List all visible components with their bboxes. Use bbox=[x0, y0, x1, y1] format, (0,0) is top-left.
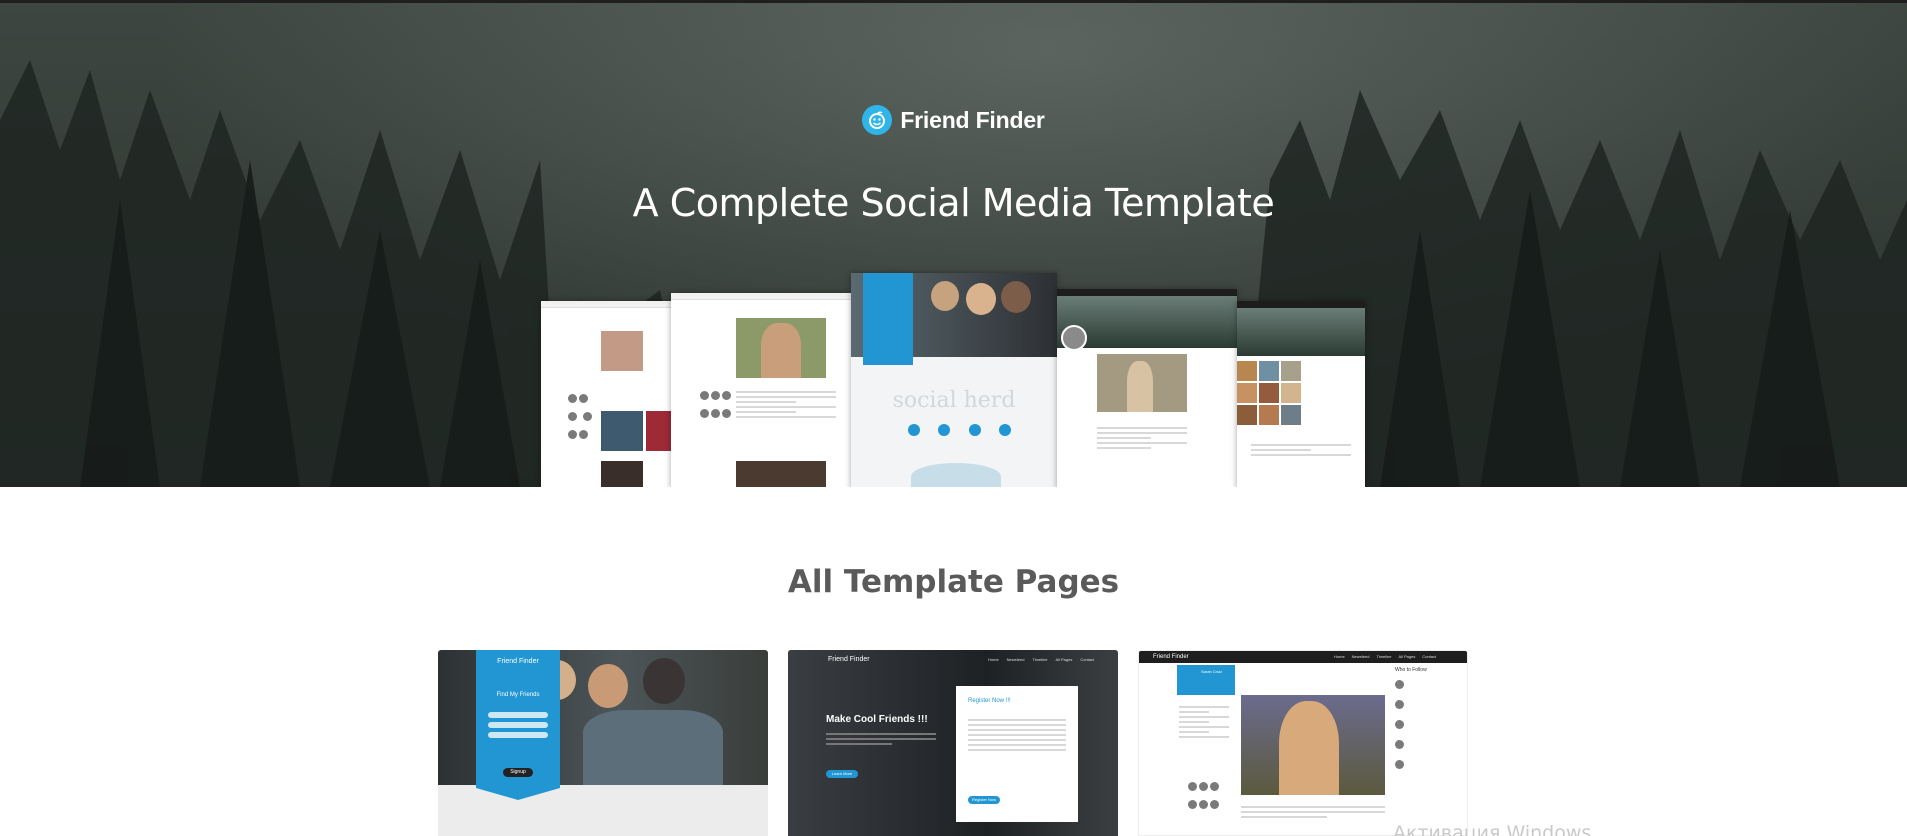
card2-nav-newsfeed[interactable]: Newsfeed bbox=[1007, 657, 1025, 662]
card2-heading: Make Cool Friends !!! bbox=[826, 714, 928, 725]
template-card-register[interactable]: Friend Finder Home Newsfeed Timeline All… bbox=[788, 650, 1118, 836]
card2-nav-allpages[interactable]: All Pages bbox=[1055, 657, 1072, 662]
collage-shot-4 bbox=[1057, 289, 1237, 487]
collage-shot-center: social herd bbox=[851, 273, 1057, 487]
register-form: Register Now !!! Register Now bbox=[956, 686, 1078, 822]
windows-activation-watermark: Активация Windows bbox=[1393, 822, 1592, 836]
brand[interactable]: Friend Finder bbox=[0, 105, 1907, 135]
card2-brand: Friend Finder bbox=[828, 656, 870, 663]
smiley-face-icon bbox=[862, 105, 893, 135]
hero-banner: Friend Finder A Complete Social Media Te… bbox=[0, 0, 1907, 487]
card3-nav-contact[interactable]: Contact bbox=[1422, 654, 1436, 659]
template-collage: social herd bbox=[541, 273, 1365, 487]
section-title: All Template Pages bbox=[787, 564, 1120, 600]
collage-shot-2 bbox=[671, 293, 851, 487]
card2-register-button[interactable]: Register Now bbox=[968, 796, 1000, 804]
collage-shot-5 bbox=[1237, 301, 1365, 487]
card2-learn-more-button[interactable]: Learn More bbox=[826, 770, 858, 778]
card2-nav-contact[interactable]: Contact bbox=[1080, 657, 1094, 662]
card3-profile-name: Sarah Cruiz bbox=[1201, 669, 1223, 674]
hero-title: A Complete Social Media Template bbox=[632, 181, 1275, 225]
template-card-landing[interactable]: Friend Finder Find My Friends Signup bbox=[438, 650, 768, 836]
card1-brand: Friend Finder bbox=[497, 658, 539, 665]
card1-heading: Find My Friends bbox=[496, 692, 540, 698]
card3-nav-newsfeed[interactable]: Newsfeed bbox=[1352, 654, 1370, 659]
card3-follow-title: Who to Follow bbox=[1395, 667, 1427, 673]
collage-landing-word: social herd bbox=[892, 388, 1016, 413]
card3-nav-home[interactable]: Home bbox=[1334, 654, 1345, 659]
collage-shot-1 bbox=[541, 301, 671, 487]
card2-nav-home[interactable]: Home bbox=[988, 657, 999, 662]
card3-nav-allpages[interactable]: All Pages bbox=[1398, 654, 1415, 659]
card3-brand: Friend Finder bbox=[1153, 654, 1189, 660]
card3-nav-timeline[interactable]: Timeline bbox=[1376, 654, 1391, 659]
card2-nav-timeline[interactable]: Timeline bbox=[1032, 657, 1047, 662]
card1-signup-button[interactable]: Signup bbox=[503, 768, 533, 777]
card2-form-title: Register Now !!! bbox=[968, 698, 1011, 704]
template-card-newsfeed[interactable]: Friend Finder Home Newsfeed Timeline All… bbox=[1138, 650, 1468, 836]
brand-name: Friend Finder bbox=[900, 106, 1045, 133]
